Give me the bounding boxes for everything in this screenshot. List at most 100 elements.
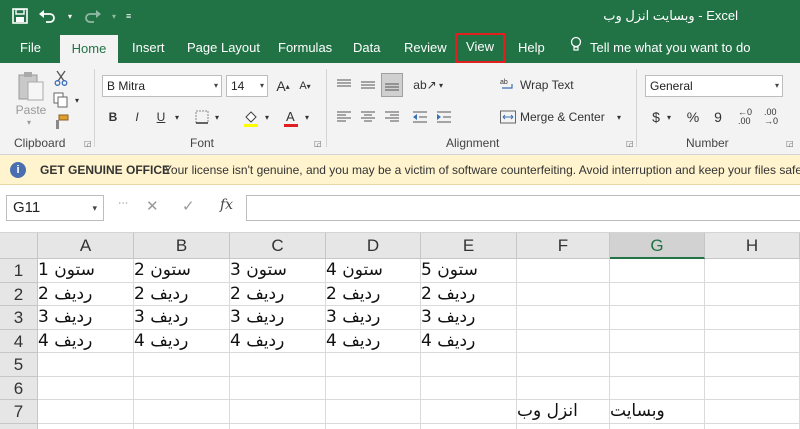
cell-f8[interactable] (517, 423, 610, 429)
alignment-launcher-icon[interactable]: ◲ (626, 139, 634, 148)
cell-d4[interactable]: ردیف 4 (326, 329, 421, 353)
column-header-h[interactable]: H (705, 233, 800, 259)
cell-f4[interactable] (517, 329, 610, 353)
save-icon[interactable] (12, 6, 28, 26)
row-header-2[interactable]: 2 (0, 282, 38, 306)
cell-e1[interactable]: ستون 5 (421, 259, 517, 283)
decrease-indent-icon[interactable] (410, 107, 430, 127)
font-color-dropdown-icon[interactable]: ▾ (302, 107, 312, 127)
paste-button[interactable]: Paste (14, 103, 48, 117)
formula-input[interactable] (246, 195, 800, 221)
font-name-combo[interactable]: B Mitra ▾ (102, 75, 222, 97)
cell-h6[interactable] (705, 376, 800, 400)
cell-c3[interactable]: ردیف 3 (230, 306, 326, 330)
cell-d1[interactable]: ستون 4 (326, 259, 421, 283)
decrease-decimal-icon[interactable]: .00 →0 (760, 107, 782, 127)
column-header-d[interactable]: D (326, 233, 421, 259)
increase-decimal-icon[interactable]: ←0.00 (734, 107, 756, 127)
cell-g1[interactable] (610, 259, 705, 283)
cell-e5[interactable] (421, 353, 517, 377)
cell-d3[interactable]: ردیف 3 (326, 306, 421, 330)
name-box[interactable]: G11 ▾ (6, 195, 104, 221)
customize-qat-icon[interactable]: ≡ (126, 6, 131, 26)
name-box-dropdown-icon[interactable]: ▾ (92, 196, 97, 220)
cell-d7[interactable] (326, 400, 421, 424)
number-format-combo[interactable]: General ▾ (645, 75, 783, 97)
column-header-g[interactable]: G (610, 233, 705, 259)
cell-c2[interactable]: ردیف 2 (230, 282, 326, 306)
cell-b1[interactable]: ستون 2 (134, 259, 230, 283)
tab-view[interactable]: View (455, 33, 505, 63)
row-header-5[interactable]: 5 (0, 353, 38, 377)
font-size-combo[interactable]: 14 ▾ (226, 75, 268, 97)
cell-g3[interactable] (610, 306, 705, 330)
cell-h1[interactable] (705, 259, 800, 283)
bottom-align-icon[interactable] (381, 73, 403, 97)
cut-icon[interactable] (52, 69, 70, 87)
cell-g6[interactable] (610, 376, 705, 400)
undo-dropdown-icon[interactable]: ▾ (68, 6, 72, 26)
cell-b3[interactable]: ردیف 3 (134, 306, 230, 330)
tab-help[interactable]: Help (510, 33, 553, 63)
bold-button[interactable]: B (104, 107, 122, 127)
cell-f6[interactable] (517, 376, 610, 400)
italic-button[interactable]: I (128, 107, 146, 127)
paste-icon[interactable] (14, 69, 48, 103)
cell-b4[interactable]: ردیف 4 (134, 329, 230, 353)
cell-b2[interactable]: ردیف 2 (134, 282, 230, 306)
cell-f7[interactable]: انزل وب (517, 400, 610, 424)
column-header-e[interactable]: E (421, 233, 517, 259)
font-launcher-icon[interactable]: ◲ (314, 139, 322, 148)
tab-home[interactable]: Home (60, 35, 118, 63)
borders-dropdown-icon[interactable]: ▾ (212, 107, 222, 127)
copy-dropdown-icon[interactable]: ▾ (72, 93, 82, 107)
top-align-icon[interactable] (334, 75, 354, 95)
cell-c7[interactable] (230, 400, 326, 424)
confirm-entry-button[interactable]: ✓ (182, 197, 195, 215)
cell-d6[interactable] (326, 376, 421, 400)
increase-indent-icon[interactable] (434, 107, 454, 127)
cell-h3[interactable] (705, 306, 800, 330)
cell-e8[interactable] (421, 423, 517, 429)
orientation-dropdown-icon[interactable]: ▾ (436, 75, 446, 95)
tab-review[interactable]: Review (396, 33, 455, 63)
tab-page-layout[interactable]: Page Layout (179, 33, 268, 63)
cell-f1[interactable] (517, 259, 610, 283)
fill-color-icon[interactable] (240, 107, 262, 129)
font-size-dropdown-icon[interactable]: ▾ (260, 76, 264, 96)
comma-style-button[interactable]: 9 (710, 107, 726, 127)
currency-format-button[interactable]: $ (648, 107, 664, 127)
cell-f2[interactable] (517, 282, 610, 306)
column-header-b[interactable]: B (134, 233, 230, 259)
worksheet-grid[interactable]: A B C D E F G H 1 ستون 1 ستون 2 ستون 3 ستون 4 ستون 5 2… (0, 233, 800, 429)
redo-dropdown-icon[interactable]: ▾ (112, 6, 116, 26)
cell-g2[interactable] (610, 282, 705, 306)
select-all-corner[interactable] (0, 233, 38, 259)
column-header-a[interactable]: A (38, 233, 134, 259)
formula-bar-resize-handle[interactable]: ⋮ (117, 198, 128, 208)
tab-formulas[interactable]: Formulas (270, 33, 340, 63)
column-header-f[interactable]: F (517, 233, 610, 259)
increase-font-size-icon[interactable]: A ▴ (274, 75, 292, 97)
cell-b6[interactable] (134, 376, 230, 400)
cell-g7[interactable]: وبسایت (610, 400, 705, 424)
cell-b7[interactable] (134, 400, 230, 424)
tell-me-box[interactable]: Tell me what you want to do (570, 33, 750, 63)
decrease-font-size-icon[interactable]: A ▾ (296, 75, 314, 97)
cell-h5[interactable] (705, 353, 800, 377)
cell-e7[interactable] (421, 400, 517, 424)
row-header-8[interactable]: 8 (0, 423, 38, 429)
column-header-c[interactable]: C (230, 233, 326, 259)
cell-a5[interactable] (38, 353, 134, 377)
cell-a8[interactable] (38, 423, 134, 429)
row-header-7[interactable]: 7 (0, 400, 38, 424)
currency-dropdown-icon[interactable]: ▾ (664, 107, 674, 127)
tab-insert[interactable]: Insert (124, 33, 173, 63)
underline-button[interactable]: U (152, 107, 170, 127)
middle-align-icon[interactable] (358, 75, 378, 95)
cell-f5[interactable] (517, 353, 610, 377)
row-header-1[interactable]: 1 (0, 259, 38, 283)
cell-e6[interactable] (421, 376, 517, 400)
cell-d2[interactable]: ردیف 2 (326, 282, 421, 306)
copy-icon[interactable] (50, 91, 72, 109)
